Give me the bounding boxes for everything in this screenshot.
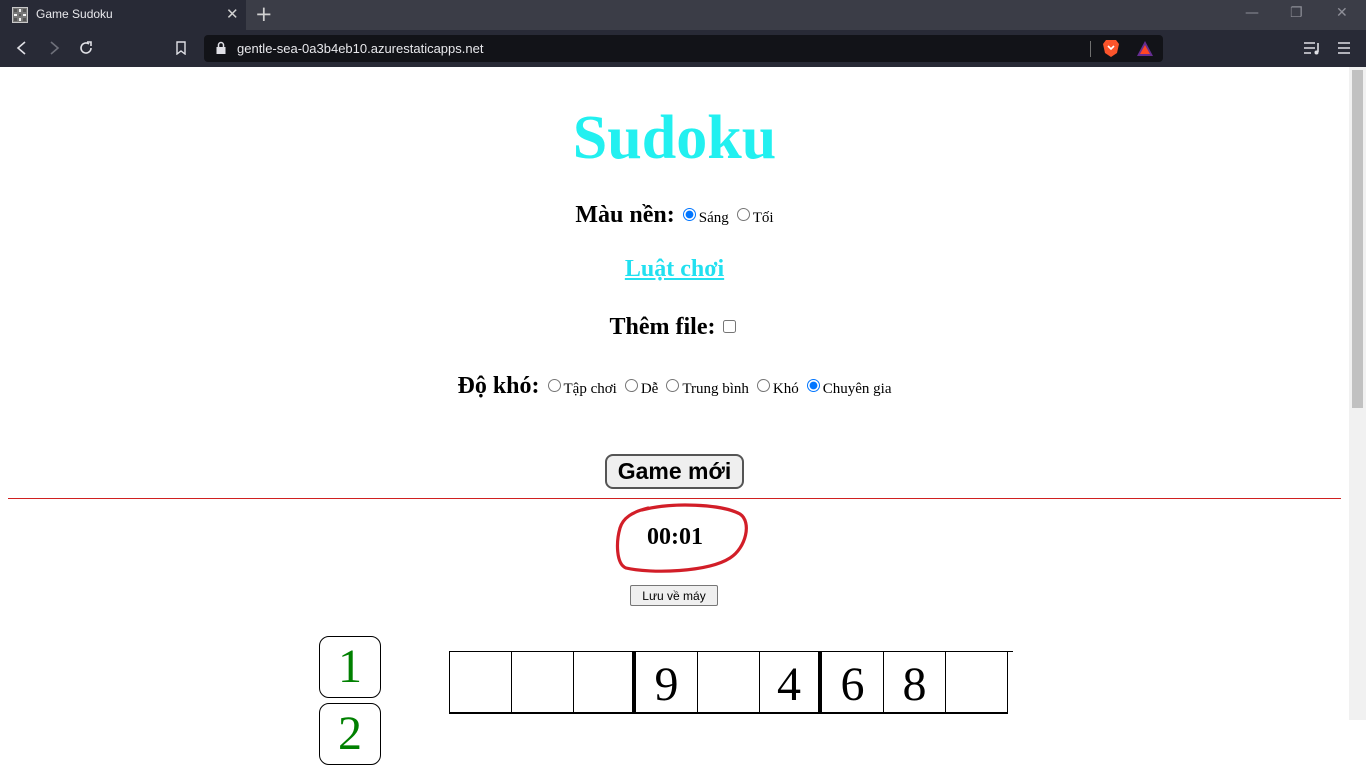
add-file-row: Thêm file: — [0, 314, 1349, 341]
add-file-label: Thêm file: — [609, 314, 716, 340]
difficulty-option-label: Trung bình — [682, 381, 749, 397]
number-pad-button[interactable]: 1 — [319, 636, 381, 698]
rules-link[interactable]: Luật chơi — [0, 256, 1349, 283]
brave-rewards-icon[interactable] — [1136, 40, 1154, 62]
tab-bar: Game Sudoku ✕ + — ❐ ✕ — [0, 0, 1366, 30]
dark-radio-label: Tối — [752, 210, 774, 226]
difficulty-expert-radio[interactable] — [806, 379, 820, 392]
board-row: 9 4 6 8 — [450, 652, 1013, 714]
difficulty-label: Độ khó: — [457, 373, 540, 399]
background-label: Màu nền: — [575, 202, 675, 228]
difficulty-option-label: Tập chơi — [563, 381, 617, 397]
new-game-button[interactable]: Game mới — [605, 454, 744, 489]
board-cell[interactable]: 8 — [884, 652, 946, 714]
difficulty-option-label: Chuyên gia — [822, 381, 892, 397]
reload-icon[interactable] — [75, 37, 97, 59]
close-window-icon[interactable]: ✕ — [1336, 5, 1348, 21]
back-icon[interactable] — [11, 37, 33, 59]
dark-radio[interactable] — [736, 208, 750, 221]
close-tab-icon[interactable]: ✕ — [226, 5, 239, 23]
menu-icon[interactable] — [1333, 37, 1355, 59]
difficulty-option-label: Dễ — [640, 381, 659, 397]
light-radio[interactable] — [682, 208, 696, 221]
forward-icon[interactable] — [43, 37, 65, 59]
url-separator — [1090, 41, 1091, 57]
add-file-checkbox[interactable] — [723, 320, 737, 333]
divider — [8, 498, 1341, 499]
url-text: gentle-sea-0a3b4eb10.azurestaticapps.net — [237, 41, 484, 56]
scrollbar-thumb[interactable] — [1352, 70, 1363, 408]
light-radio-label: Sáng — [698, 210, 729, 226]
board-cell[interactable]: 6 — [822, 652, 884, 714]
restore-icon[interactable]: ❐ — [1290, 5, 1303, 21]
difficulty-hard-radio[interactable] — [756, 379, 770, 392]
difficulty-medium-radio[interactable] — [666, 379, 680, 392]
sudoku-favicon-icon — [12, 7, 28, 23]
difficulty-option-label: Khó — [772, 381, 799, 397]
board-cell[interactable] — [450, 652, 512, 714]
board-cell[interactable] — [512, 652, 574, 714]
number-pad-button[interactable]: 2 — [319, 703, 381, 765]
new-tab-icon[interactable]: + — [255, 2, 273, 26]
page-title: Sudoku — [572, 104, 777, 172]
game-timer: 00:01 — [647, 524, 703, 550]
board-cell[interactable]: 4 — [760, 652, 822, 714]
board-cell[interactable] — [946, 652, 1008, 714]
board-cell[interactable] — [698, 652, 760, 714]
difficulty-easy-radio[interactable] — [624, 379, 638, 392]
brave-shields-icon[interactable] — [1102, 39, 1120, 63]
difficulty-practice-radio[interactable] — [547, 379, 561, 392]
lock-icon — [215, 41, 227, 60]
difficulty-selector: Độ khó: Tập chơi Dễ Trung bình Khó Chuyê… — [0, 373, 1349, 400]
board-cell[interactable]: 9 — [636, 652, 698, 714]
address-bar[interactable]: gentle-sea-0a3b4eb10.azurestaticapps.net — [204, 35, 1163, 62]
tab-title: Game Sudoku — [36, 7, 113, 21]
browser-toolbar: gentle-sea-0a3b4eb10.azurestaticapps.net — [0, 30, 1366, 67]
page-scrollbar[interactable] — [1349, 67, 1366, 720]
save-to-device-button[interactable]: Lưu về máy — [630, 585, 718, 606]
minimize-icon[interactable]: — — [1245, 5, 1259, 21]
bookmark-icon[interactable] — [170, 37, 192, 59]
board-cell[interactable] — [574, 652, 636, 714]
browser-tab[interactable]: Game Sudoku ✕ — [0, 0, 246, 30]
playlist-icon[interactable] — [1301, 37, 1323, 59]
sudoku-board: 9 4 6 8 — [449, 651, 1013, 714]
background-selector: Màu nền: Sáng Tối — [0, 202, 1349, 229]
